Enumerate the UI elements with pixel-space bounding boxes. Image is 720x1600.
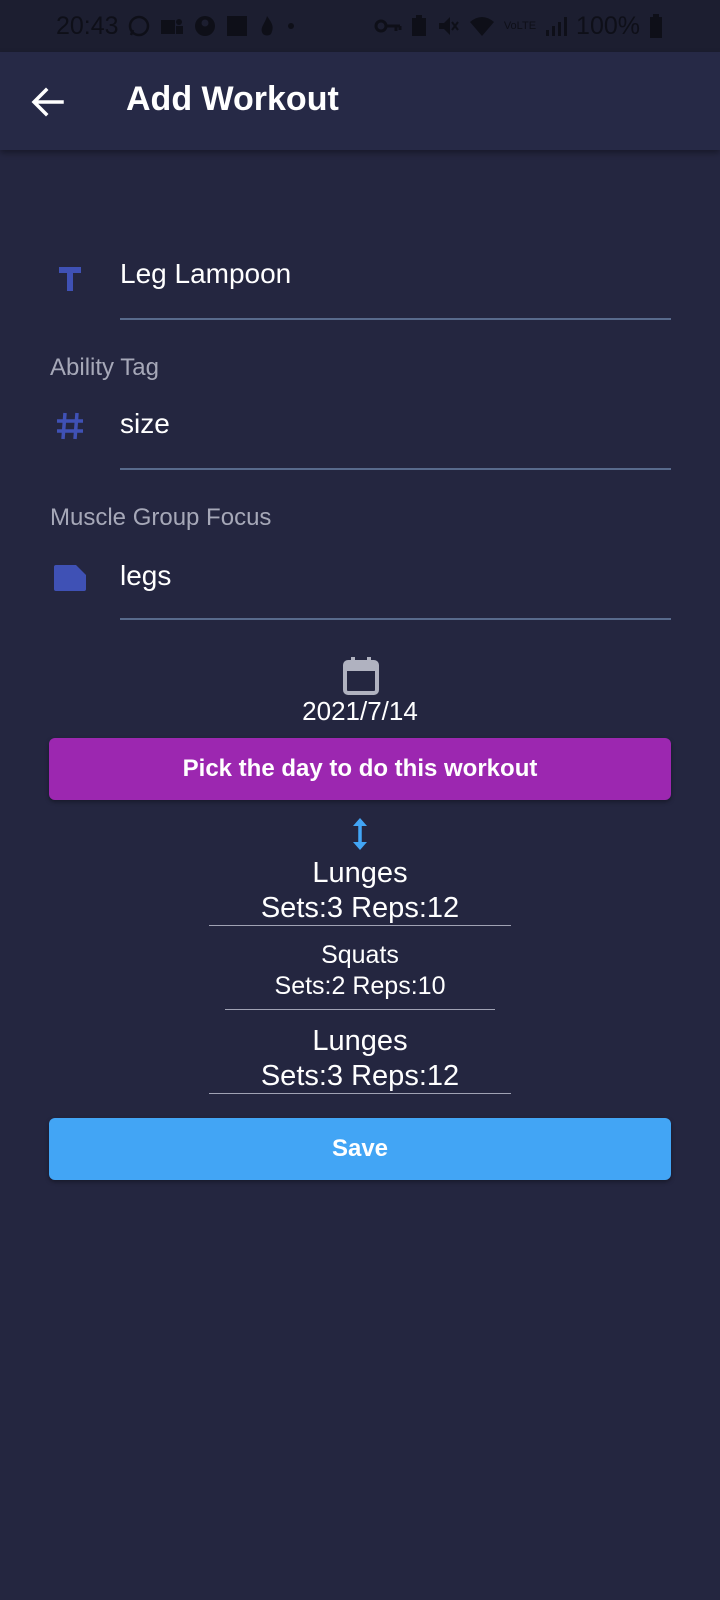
- label-icon: [52, 560, 88, 596]
- calendar-icon[interactable]: [342, 656, 380, 696]
- teams-icon: [160, 19, 183, 34]
- exercise-detail: Sets:2 Reps:10: [274, 972, 446, 1000]
- pick-day-button[interactable]: Pick the day to do this workout: [49, 738, 671, 800]
- muscle-group-label: Muscle Group Focus: [50, 504, 272, 531]
- workout-name-input[interactable]: Leg Lampoon: [120, 258, 291, 290]
- ability-tag-field[interactable]: Ability Tag size: [0, 352, 720, 472]
- exercise-item[interactable]: Lunges Sets:3 Reps:12: [209, 856, 511, 926]
- battery-icon: [650, 14, 662, 38]
- status-left: 20:43: [56, 12, 297, 41]
- muscle-group-field[interactable]: Muscle Group Focus legs: [0, 502, 720, 622]
- hashtag-icon: [52, 408, 88, 444]
- status-time: 20:43: [56, 11, 119, 40]
- status-bar: 20:43 VoLTE 100%: [0, 0, 720, 52]
- exercise-detail: Sets:3 Reps:12: [260, 892, 460, 924]
- ability-tag-label: Ability Tag: [50, 354, 159, 381]
- app-bar: Add Workout: [0, 52, 720, 150]
- battery-percent: 100%: [576, 11, 640, 40]
- workout-name-underline: [120, 318, 671, 320]
- exercise-divider: [209, 1093, 511, 1094]
- dot-icon: [287, 23, 294, 29]
- reorder-arrows-icon[interactable]: [350, 816, 370, 852]
- exercise-detail: Sets:3 Reps:12: [260, 1060, 460, 1092]
- app-icon: [226, 16, 247, 36]
- exercise-name: Lunges: [312, 857, 408, 889]
- workout-name-field[interactable]: Leg Lampoon: [0, 250, 720, 322]
- muscle-group-underline: [120, 618, 671, 620]
- mute-icon: [438, 17, 459, 35]
- fire-icon: [261, 16, 273, 36]
- exercise-divider: [225, 1009, 495, 1010]
- selected-date: 2021/7/14: [302, 696, 418, 726]
- wifi-icon: [469, 17, 494, 36]
- exercise-divider: [209, 925, 511, 926]
- save-button[interactable]: Save: [49, 1118, 671, 1180]
- battery-saver-icon: [411, 15, 426, 36]
- page-title: Add Workout: [126, 80, 339, 118]
- ability-tag-input[interactable]: size: [120, 408, 170, 440]
- back-arrow-icon[interactable]: [30, 84, 66, 120]
- exercise-item[interactable]: Squats Sets:2 Reps:10: [225, 940, 495, 1010]
- network-label: VoLTE: [503, 20, 537, 32]
- exercise-name: Lunges: [312, 1025, 408, 1057]
- exercise-name: Squats: [321, 941, 399, 969]
- status-right: VoLTE 100%: [374, 12, 664, 41]
- muscle-group-input[interactable]: legs: [120, 560, 171, 592]
- signal-icon: [546, 17, 568, 36]
- exercise-item[interactable]: Lunges Sets:3 Reps:12: [209, 1024, 511, 1094]
- vpn-key-icon: [374, 19, 402, 33]
- account-icon: [194, 16, 215, 36]
- ability-tag-underline: [120, 468, 671, 470]
- title-icon: [52, 260, 88, 296]
- whatsapp-icon: [128, 15, 149, 37]
